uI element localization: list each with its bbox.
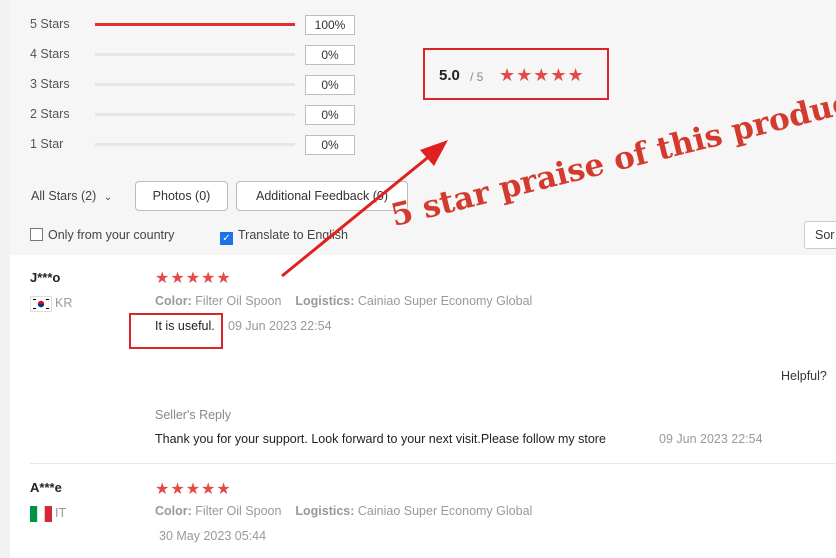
annotation-arrow-icon [281, 140, 448, 278]
